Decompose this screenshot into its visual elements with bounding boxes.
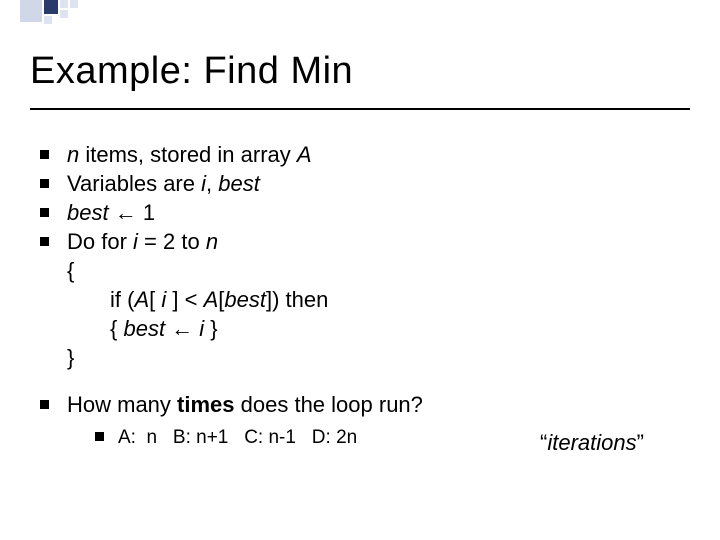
- text: items, stored in array: [79, 142, 297, 167]
- bullet-icon: [40, 208, 49, 217]
- title-underline: [30, 108, 690, 110]
- text: if (: [110, 287, 134, 312]
- assign-arrow: ←: [165, 316, 199, 341]
- bullet-item: n items, stored in array A: [40, 140, 680, 169]
- code-line: { best ← i }: [110, 314, 680, 343]
- var-A: A: [204, 287, 219, 312]
- var-n: n: [206, 229, 218, 254]
- sub-bullet: A: n B: n+1 C: n-1 D: 2n: [95, 425, 423, 450]
- text: = 2 to: [138, 229, 206, 254]
- var-A: A: [134, 287, 149, 312]
- bullet-icon: [40, 237, 49, 246]
- var-best: best: [67, 200, 109, 225]
- text: ,: [206, 171, 218, 196]
- code-brace-close: }: [67, 343, 680, 372]
- bullet-text: How many times does the loop run? A: n B…: [67, 390, 423, 450]
- bullet-text: n items, stored in array A: [67, 140, 680, 169]
- text: does the loop run?: [235, 392, 423, 417]
- slide-body: n items, stored in array A Variables are…: [40, 140, 680, 450]
- text: ] <: [166, 287, 203, 312]
- text: Do for: [67, 229, 133, 254]
- var-best: best: [123, 316, 165, 341]
- var-n: n: [67, 142, 79, 167]
- text: How many: [67, 392, 177, 417]
- code-brace-open: {: [67, 256, 680, 285]
- bullet-item: Do for i = 2 to n: [40, 227, 680, 256]
- text: ]) then: [266, 287, 328, 312]
- text: {: [110, 316, 123, 341]
- text: [: [149, 287, 161, 312]
- bullet-text: Variables are i, best: [67, 169, 680, 198]
- text-bold: times: [177, 392, 234, 417]
- answer-options: A: n B: n+1 C: n-1 D: 2n: [118, 425, 357, 450]
- text: }: [204, 316, 217, 341]
- var-A: A: [297, 142, 312, 167]
- bullet-text: best ← 1: [67, 198, 680, 227]
- bullet-item: Variables are i, best: [40, 169, 680, 198]
- corner-decoration: [20, 0, 78, 24]
- bullet-text: Do for i = 2 to n: [67, 227, 680, 256]
- code-line: if (A[ i ] < A[best]) then: [110, 285, 680, 314]
- bullet-icon: [40, 150, 49, 159]
- iterations-label: iterations: [540, 430, 644, 456]
- var-best: best: [224, 287, 266, 312]
- slide-title: Example: Find Min: [30, 50, 690, 93]
- bullet-icon: [40, 400, 49, 409]
- bullet-icon: [40, 179, 49, 188]
- var-best: best: [218, 171, 260, 196]
- hollow-bullet-icon: [95, 432, 104, 441]
- assign-arrow: ← 1: [109, 200, 155, 225]
- text: Variables are: [67, 171, 201, 196]
- bullet-item: best ← 1: [40, 198, 680, 227]
